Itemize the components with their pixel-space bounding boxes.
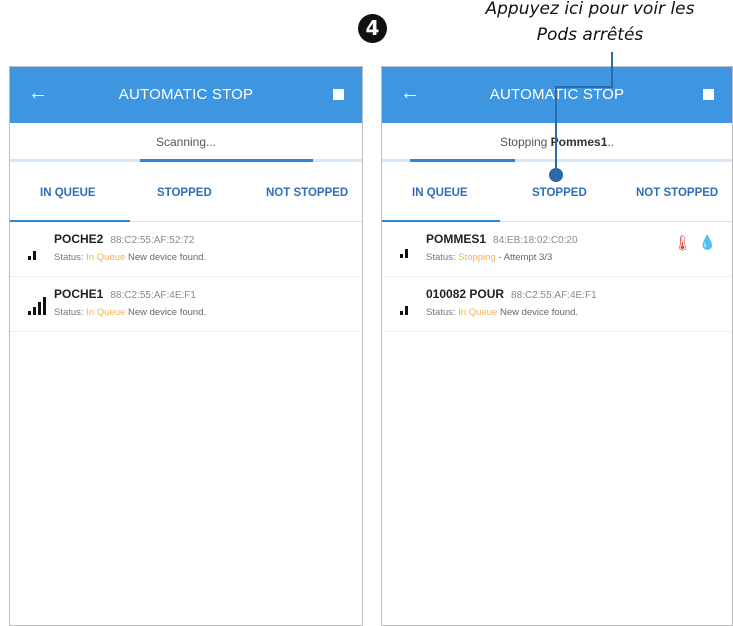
- tab-stopped[interactable]: STOPPED: [532, 187, 587, 199]
- tab-in-queue[interactable]: IN QUEUE: [40, 187, 96, 199]
- device-list: POMMES1 84:EB:18:02:C0:20 Status: Stoppin…: [382, 222, 732, 332]
- scan-status: Stopping Pommes1..: [382, 123, 732, 162]
- status-message: - Attempt 3/3: [498, 252, 553, 263]
- status-prefix: Stopping: [499, 135, 551, 149]
- device-name: POMMES1: [426, 232, 487, 246]
- list-item[interactable]: POCHE1 88:C2:55:AF:4E:F1 Status: In Queue…: [10, 277, 362, 332]
- humidity-drop-icon: 💧: [698, 234, 716, 250]
- callout-pointer-line: [611, 52, 613, 86]
- device-list: POCHE2 88:C2:55:AF:52:72 Status: In Queue…: [10, 222, 362, 332]
- callout-pointer-line: [555, 86, 613, 88]
- device-mac: 88:C2:55:AF:4E:F1: [511, 290, 597, 301]
- screen-stopping: ← AUTOMATIC STOP Stopping Pommes1.. IN Q…: [381, 66, 733, 626]
- app-bar: ← AUTOMATIC STOP: [10, 67, 362, 123]
- status-text: Stopping Pommes1..: [382, 135, 732, 149]
- callout-line-1: Appuyez ici pour voir les: [485, 0, 695, 19]
- device-mac: 88:C2:55:AF:4E:F1: [110, 290, 196, 301]
- stop-icon[interactable]: [703, 89, 714, 100]
- status-label: Status:: [426, 252, 456, 263]
- list-item[interactable]: 010082 POUR 88:C2:55:AF:4E:F1 Status: In …: [382, 277, 732, 332]
- annotation-callout: Appuyez ici pour voir les Pods arrêtés: [440, 0, 733, 48]
- list-item[interactable]: POMMES1 84:EB:18:02:C0:20 Status: Stoppin…: [382, 222, 732, 277]
- progress-bar: [382, 159, 732, 162]
- tab-not-stopped[interactable]: NOT STOPPED: [266, 187, 348, 199]
- status-message: New device found.: [499, 307, 579, 318]
- status-label: Status:: [54, 252, 84, 263]
- callout-pointer-dot: [549, 168, 563, 182]
- device-mac: 88:C2:55:AF:52:72: [110, 235, 195, 246]
- tab-in-queue[interactable]: IN QUEUE: [412, 187, 468, 199]
- step-number-badge: 4: [358, 14, 387, 43]
- screen-scanning: ← AUTOMATIC STOP Scanning... IN QUEUE ST…: [9, 66, 363, 626]
- device-name: 010082 POUR: [426, 287, 505, 301]
- device-mac: 84:EB:18:02:C0:20: [493, 235, 578, 246]
- page-title: AUTOMATIC STOP: [489, 86, 625, 103]
- device-name: POCHE2: [54, 232, 104, 246]
- progress-fill: [140, 159, 313, 162]
- tab-stopped[interactable]: STOPPED: [157, 187, 212, 199]
- scan-status: Scanning...: [10, 123, 362, 162]
- status-value: In Queue: [86, 252, 126, 263]
- progress-bar: [10, 159, 362, 162]
- progress-fill: [410, 159, 515, 162]
- app-bar: ← AUTOMATIC STOP: [382, 67, 732, 123]
- status-value: In Queue: [86, 307, 126, 318]
- stop-icon[interactable]: [333, 89, 344, 100]
- device-name: POCHE1: [54, 287, 104, 301]
- status-suffix: ..: [607, 135, 615, 149]
- page-title: AUTOMATIC STOP: [118, 86, 254, 103]
- status-message: New device found.: [127, 252, 207, 263]
- thermometer-icon: 🌡: [672, 235, 692, 252]
- status-message: New device found.: [127, 307, 207, 318]
- status-value: In Queue: [458, 307, 498, 318]
- callout-pointer-line: [555, 86, 557, 168]
- status-text: Scanning...: [155, 135, 217, 149]
- callout-line-2: Pods arrêtés: [536, 25, 644, 45]
- status-label: Status:: [426, 307, 456, 318]
- status-device-name: Pommes1: [550, 135, 608, 149]
- tab-bar: IN QUEUE STOPPED NOT STOPPED: [10, 165, 362, 222]
- status-label: Status:: [54, 307, 84, 318]
- status-value: Stopping: [458, 252, 496, 263]
- list-item[interactable]: POCHE2 88:C2:55:AF:52:72 Status: In Queue…: [10, 222, 362, 277]
- tab-not-stopped[interactable]: NOT STOPPED: [636, 187, 718, 199]
